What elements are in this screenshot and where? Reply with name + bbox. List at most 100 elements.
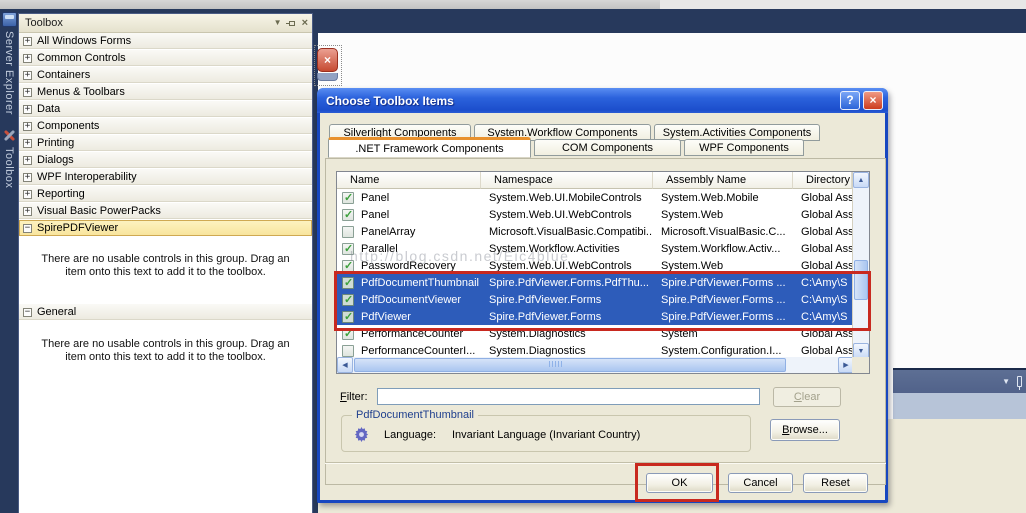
cell-assembly: System.Web: [653, 260, 793, 272]
close-icon[interactable]: ×: [317, 48, 338, 72]
toolbox-icon[interactable]: [2, 128, 17, 143]
language-value: Invariant Language (Invariant Country): [452, 429, 640, 441]
collapse-icon[interactable]: −: [23, 224, 32, 233]
table-row[interactable]: PdfDocumentThumbnail Spire.PdfViewer.Form…: [337, 274, 852, 291]
table-row[interactable]: PerformanceCounterSystem.DiagnosticsSyst…: [337, 325, 852, 342]
scrollbar-thumb[interactable]: [854, 260, 868, 300]
toolbox-category-general[interactable]: − General: [19, 304, 312, 321]
expand-icon[interactable]: +: [23, 105, 32, 114]
reset-button[interactable]: Reset: [803, 473, 868, 493]
pin-icon[interactable]: [289, 21, 295, 26]
sidebar-tab-server-explorer[interactable]: Server Explorer: [3, 31, 15, 115]
designer-button-stub: [317, 73, 338, 81]
filter-input[interactable]: [377, 388, 760, 405]
checkbox-checked[interactable]: [342, 294, 354, 306]
expand-icon[interactable]: +: [23, 71, 32, 80]
cell-directory: Global Ass: [793, 226, 852, 238]
table-row[interactable]: PasswordRecoverySystem.Web.UI.WebControl…: [337, 257, 852, 274]
server-explorer-icon[interactable]: [2, 12, 17, 27]
ok-button[interactable]: OK: [646, 473, 713, 493]
browse-button[interactable]: Browse...: [770, 419, 840, 441]
chevron-down-icon[interactable]: ▼: [274, 19, 282, 27]
scroll-up-icon[interactable]: ▲: [853, 172, 869, 188]
right-panel-titlebar[interactable]: ▼: [893, 368, 1026, 393]
cell-namespace: System.Diagnostics: [481, 328, 653, 340]
designer-close-button[interactable]: ×: [314, 45, 342, 86]
toolbox-category-printing[interactable]: +Printing: [19, 135, 312, 152]
expand-icon[interactable]: +: [23, 139, 32, 148]
tab-com-components[interactable]: COM Components: [534, 139, 681, 156]
component-name: PerformanceCounterI...: [361, 345, 475, 357]
toolbox-category-dialogs[interactable]: +Dialogs: [19, 152, 312, 169]
vertical-scrollbar[interactable]: ▲ ▼: [852, 172, 869, 359]
checkbox-unchecked[interactable]: [342, 226, 354, 238]
clear-button[interactable]: Clear: [773, 387, 841, 407]
toolbox-category-menus-toolbars[interactable]: +Menus & Toolbars: [19, 84, 312, 101]
toolbox-category-wpf-interoperability[interactable]: +WPF Interoperability: [19, 169, 312, 186]
toolbox-category-spirepdfviewer[interactable]: −SpirePDFViewer: [19, 220, 312, 237]
checkbox-checked[interactable]: [342, 192, 354, 204]
column-header-name[interactable]: Name: [337, 172, 481, 189]
cell-assembly: Spire.PdfViewer.Forms ...: [653, 311, 793, 323]
close-icon[interactable]: ×: [302, 18, 308, 29]
cell-assembly: Spire.PdfViewer.Forms ...: [653, 277, 793, 289]
column-header-directory[interactable]: Directory: [793, 172, 852, 189]
checkbox-checked[interactable]: [342, 243, 354, 255]
cell-directory: C:\Amy\S: [793, 294, 852, 306]
close-icon[interactable]: ×: [863, 91, 883, 110]
scroll-left-icon[interactable]: ◀: [337, 357, 353, 373]
table-row[interactable]: PdfDocumentViewerSpire.PdfViewer.FormsSp…: [337, 291, 852, 308]
cell-assembly: System.Web: [653, 209, 793, 221]
checkbox-checked[interactable]: [342, 260, 354, 272]
dialog-titlebar[interactable]: Choose Toolbox Items ? ×: [317, 88, 888, 113]
sidebar-tab-toolbox[interactable]: Toolbox: [3, 147, 15, 188]
table-row[interactable]: PanelSystem.Web.UI.MobileControlsSystem.…: [337, 189, 852, 206]
expand-icon[interactable]: +: [23, 156, 32, 165]
collapse-icon[interactable]: −: [23, 308, 32, 317]
expand-icon[interactable]: +: [23, 54, 32, 63]
checkbox-checked[interactable]: [342, 328, 354, 340]
chevron-down-icon[interactable]: ▼: [1002, 378, 1010, 386]
expand-icon[interactable]: +: [23, 207, 32, 216]
toolbox-category-components[interactable]: +Components: [19, 118, 312, 135]
help-icon[interactable]: ?: [840, 91, 860, 110]
cell-name: PdfViewer: [337, 311, 481, 323]
expand-icon[interactable]: +: [23, 88, 32, 97]
tab-wpf-components[interactable]: WPF Components: [684, 139, 804, 156]
toolbox-category-reporting[interactable]: +Reporting: [19, 186, 312, 203]
scrollbar-thumb[interactable]: [354, 358, 786, 372]
expand-icon[interactable]: +: [23, 173, 32, 182]
checkbox-checked[interactable]: [342, 311, 354, 323]
dialog-body: Silverlight ComponentsSystem.Workflow Co…: [320, 113, 885, 500]
component-name: PdfDocumentViewer: [361, 294, 461, 306]
cell-name: PdfDocumentThumbnail: [337, 277, 481, 289]
checkbox-checked[interactable]: [342, 209, 354, 221]
cancel-button[interactable]: Cancel: [728, 473, 793, 493]
horizontal-scrollbar[interactable]: ◀ ▶: [337, 357, 854, 373]
column-header-namespace[interactable]: Namespace: [481, 172, 653, 189]
toolbox-category-all-windows-forms[interactable]: +All Windows Forms: [19, 33, 312, 50]
toolbox-category-data[interactable]: +Data: [19, 101, 312, 118]
pin-icon[interactable]: [1017, 376, 1022, 387]
checkbox-checked[interactable]: [342, 277, 354, 289]
expand-icon[interactable]: +: [23, 190, 32, 199]
cell-directory: Global Ass: [793, 243, 852, 255]
toolbox-category-visual-basic-powerpacks[interactable]: +Visual Basic PowerPacks: [19, 203, 312, 220]
toolbox-titlebar[interactable]: Toolbox ▼ ×: [19, 14, 312, 33]
table-row[interactable]: PdfViewerSpire.PdfViewer.FormsSpire.PdfV…: [337, 308, 852, 325]
cell-directory: Global Ass: [793, 209, 852, 221]
toolbox-category-common-controls[interactable]: +Common Controls: [19, 50, 312, 67]
table-row[interactable]: PanelSystem.Web.UI.WebControlsSystem.Web…: [337, 206, 852, 223]
tab-net-framework-components[interactable]: .NET Framework Components: [328, 137, 531, 158]
cell-directory: C:\Amy\S: [793, 277, 852, 289]
component-name: PerformanceCounter: [361, 328, 463, 340]
component-name: Panel: [361, 192, 389, 204]
column-header-assembly-name[interactable]: Assembly Name: [653, 172, 793, 189]
expand-icon[interactable]: +: [23, 37, 32, 46]
choose-toolbox-items-dialog: Choose Toolbox Items ? × Silverlight Com…: [317, 88, 888, 503]
table-row[interactable]: ParallelSystem.Workflow.ActivitiesSystem…: [337, 240, 852, 257]
checkbox-unchecked[interactable]: [342, 345, 354, 357]
toolbox-category-containers[interactable]: +Containers: [19, 67, 312, 84]
expand-icon[interactable]: +: [23, 122, 32, 131]
table-row[interactable]: PanelArrayMicrosoft.VisualBasic.Compatib…: [337, 223, 852, 240]
